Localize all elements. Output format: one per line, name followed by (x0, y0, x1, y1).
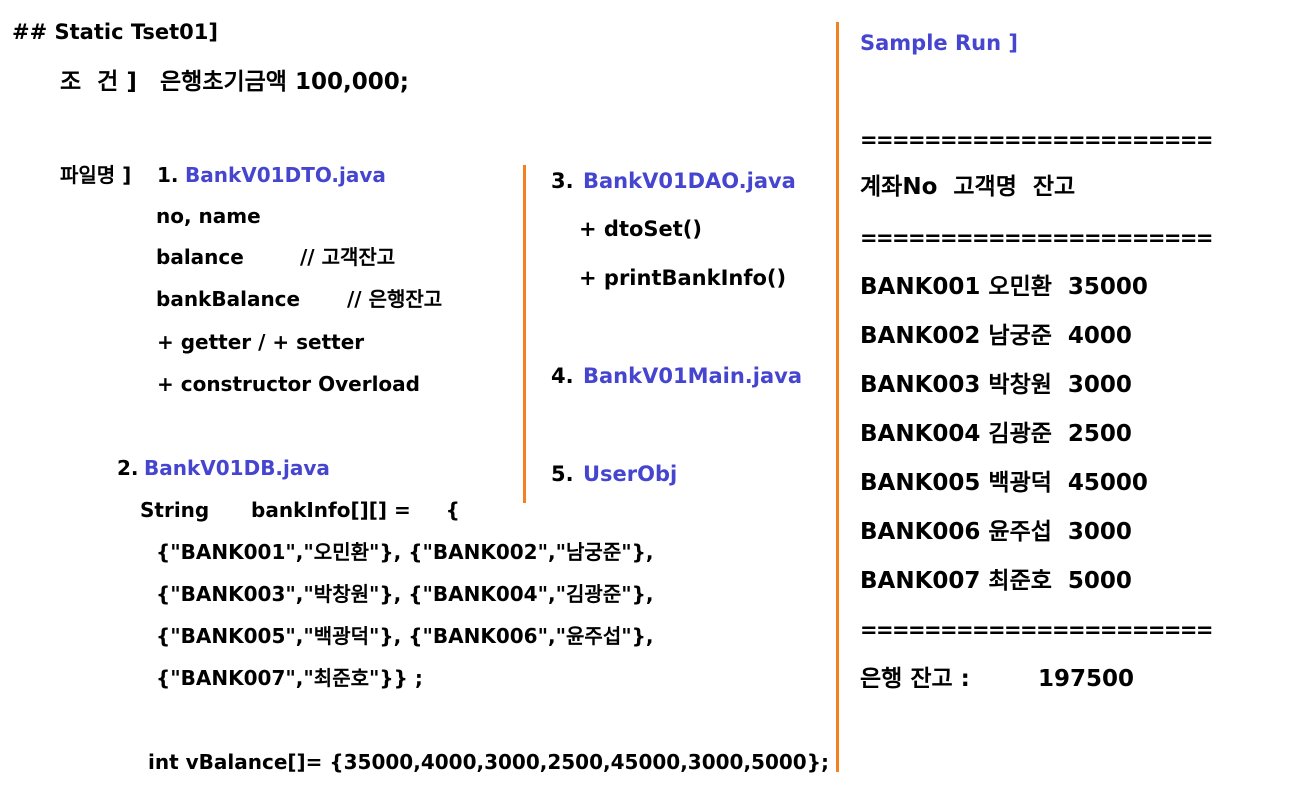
dto-line: no, name (156, 204, 261, 228)
dto-filename: BankV01DTO.java (185, 163, 386, 187)
db-row: {"BANK001","오민환"}, {"BANK002","남궁준"}, (156, 540, 654, 564)
sample-header: 계좌No 고객명 잔고 (860, 174, 1076, 200)
dao-num: 3. (551, 169, 574, 193)
divider-left (523, 165, 526, 503)
dao-method: + dtoSet() (579, 217, 703, 241)
dto-line: + constructor Overload (157, 372, 420, 396)
dto-line: bankBalance (156, 287, 301, 311)
dao-method: + printBankInfo() (579, 266, 787, 290)
dao-filename: BankV01DAO.java (583, 169, 796, 193)
dto-line: + getter / + setter (157, 330, 365, 354)
sample-row: BANK007 최준호 5000 (860, 568, 1132, 594)
db-balance-decl: int vBalance[]= {35000,4000,3000,2500,45… (148, 750, 829, 774)
condition-label: 조 건 ] (60, 69, 137, 95)
sample-row: BANK001 오민환 35000 (860, 274, 1148, 300)
separator: ====================== (860, 128, 1214, 152)
sample-row: BANK005 백광덕 45000 (860, 470, 1148, 496)
userobj-name: UserObj (583, 462, 678, 486)
separator: ====================== (860, 226, 1214, 250)
dto-comment: // 은행잔고 (347, 287, 443, 311)
userobj-num: 5. (551, 462, 574, 486)
db-num: 2. (117, 456, 139, 480)
db-row: {"BANK007","최준호"}} ; (156, 666, 423, 690)
db-row: {"BANK005","백광덕"}, {"BANK006","윤주섭"}, (156, 624, 654, 648)
dto-line: balance (156, 245, 244, 269)
divider-right (836, 22, 839, 772)
sample-row: BANK006 윤주섭 3000 (860, 519, 1132, 545)
sample-row: BANK004 김광준 2500 (860, 421, 1132, 447)
sample-row: BANK003 박창원 3000 (860, 372, 1132, 398)
sample-title: Sample Run ] (860, 31, 1018, 55)
main-num: 4. (551, 364, 574, 388)
db-row: {"BANK003","박창원"}, {"BANK004","김광준"}, (156, 582, 654, 606)
separator: ====================== (860, 618, 1214, 642)
db-decl: String bankInfo[][] = { (140, 498, 460, 522)
dto-num: 1. (157, 163, 179, 187)
total-label: 은행 잔고 : (860, 666, 970, 692)
sample-row: BANK002 남궁준 4000 (860, 323, 1132, 349)
page-title: ## Static Tset01] (12, 20, 218, 44)
total-value: 197500 (1038, 666, 1135, 692)
db-filename: BankV01DB.java (144, 456, 330, 480)
condition-text: 은행초기금액 100,000; (160, 69, 409, 95)
files-label: 파일명 ] (60, 163, 132, 187)
main-filename: BankV01Main.java (583, 364, 802, 388)
dto-comment: // 고객잔고 (300, 245, 396, 269)
